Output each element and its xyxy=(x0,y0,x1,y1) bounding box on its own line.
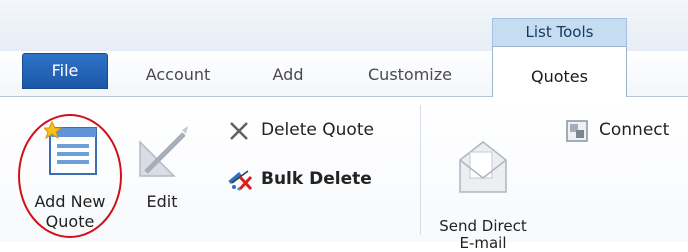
edit-ruler-icon xyxy=(139,126,188,177)
email-envelope-icon xyxy=(459,141,507,193)
connect-icon xyxy=(566,120,588,142)
tab-account[interactable]: Account xyxy=(128,51,228,96)
bulk-delete-icon xyxy=(228,170,252,191)
tab-customize[interactable]: Customize xyxy=(350,51,470,96)
ribbon-group-separator xyxy=(420,105,421,235)
tab-file[interactable]: File xyxy=(22,53,108,89)
connect-label: Connect xyxy=(599,120,670,140)
edit-button[interactable]: Edit xyxy=(128,118,196,238)
send-direct-email-button[interactable]: Send Direct E-mail xyxy=(428,124,538,252)
bulk-delete-button[interactable]: Bulk Delete xyxy=(226,166,391,192)
send-direct-email-label: Send Direct E-mail xyxy=(439,217,527,252)
list-tools-context-header: List Tools xyxy=(492,18,627,46)
tab-quotes[interactable]: Quotes xyxy=(492,46,627,98)
tab-add[interactable]: Add xyxy=(258,51,318,96)
delete-quote-label: Delete Quote xyxy=(261,120,374,140)
connect-button[interactable]: Connect xyxy=(564,117,688,143)
delete-x-icon xyxy=(230,122,248,140)
edit-label: Edit xyxy=(146,192,178,211)
bulk-delete-label: Bulk Delete xyxy=(261,169,372,189)
highlight-circle-annotation xyxy=(18,114,122,238)
delete-quote-button[interactable]: Delete Quote xyxy=(226,117,411,143)
